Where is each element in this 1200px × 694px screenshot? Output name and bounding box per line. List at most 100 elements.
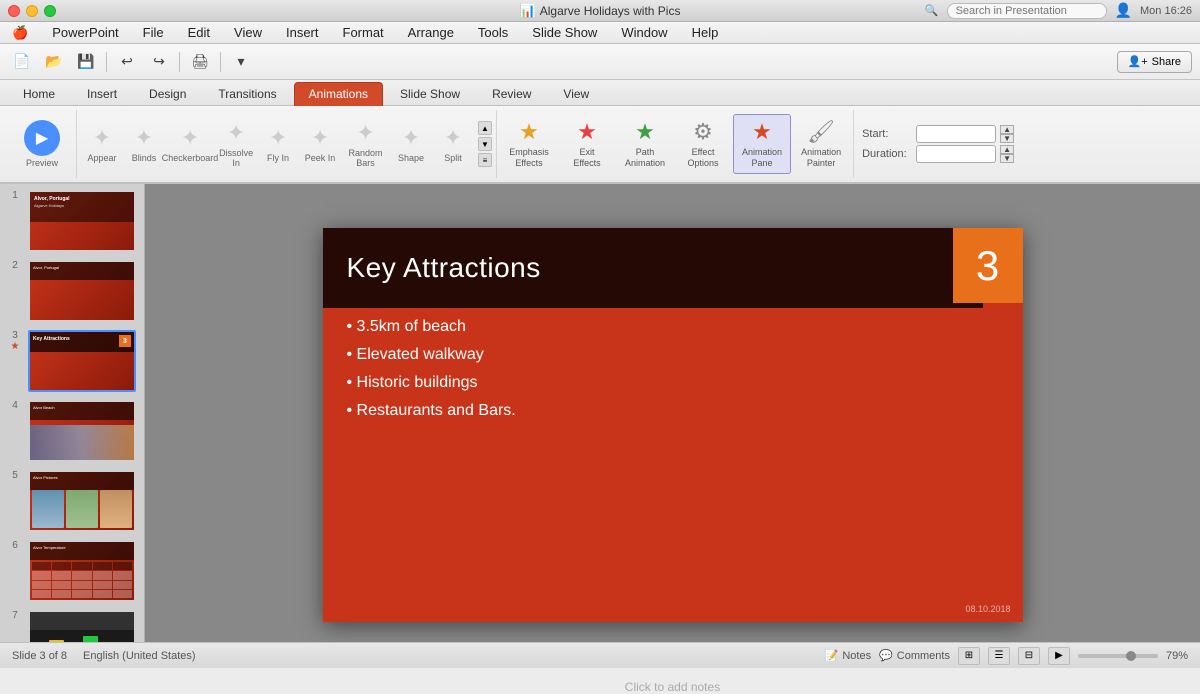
slide-2-thumbnail[interactable]: Alvor, Portugal (28, 260, 136, 322)
slide-6-text: Alvor Temperature (33, 545, 66, 550)
new-button[interactable]: 📄 (8, 49, 36, 75)
duration-input[interactable] (916, 145, 996, 163)
start-step-down[interactable]: ▼ (1000, 134, 1014, 143)
anim-split[interactable]: ✦ Split (432, 123, 474, 165)
view-normal[interactable]: ⊞ (958, 647, 980, 665)
tab-insert[interactable]: Insert (72, 82, 132, 106)
menu-file[interactable]: File (139, 23, 168, 42)
tab-design[interactable]: Design (134, 82, 201, 106)
slide-main-title: Key Attractions (347, 252, 541, 284)
slide-3-thumbnail[interactable]: Key Attractions 3 (28, 330, 136, 392)
comments-button[interactable]: 💬 Comments (879, 649, 950, 662)
slide-item-2[interactable]: 2 Alvor, Portugal (4, 258, 140, 324)
path-animation-button[interactable]: ★ PathAnimation (617, 115, 673, 173)
tab-home[interactable]: Home (8, 82, 70, 106)
slide-6-thumbnail[interactable]: Alvor Temperature (28, 540, 136, 602)
anim-shape[interactable]: ✦ Shape (390, 123, 432, 165)
apple-menu[interactable]: 🍎 (8, 23, 32, 43)
slide-item-3[interactable]: 3 ★ Key Attractions 3 (4, 328, 140, 394)
save-button[interactable]: 💾 (72, 49, 100, 75)
menu-format[interactable]: Format (339, 23, 388, 42)
slide-item-1[interactable]: 1 Alvor, Portugal Algarve Holidays (4, 188, 140, 254)
preview-play-icon: ▶ (24, 120, 60, 156)
share-icon: 👤+ (1128, 55, 1148, 68)
notes-button[interactable]: 📝 Notes (825, 649, 871, 662)
slide-4-thumbnail[interactable]: Alvor Beach (28, 400, 136, 462)
animation-painter-button[interactable]: 🖌 AnimationPainter (793, 115, 849, 173)
strip-scroll-more[interactable]: ≡ (478, 153, 492, 167)
slide-5-text: Alvor Pictures (33, 475, 58, 480)
slide-canvas[interactable]: Key Attractions 3 • 3.5km of beach • Ele… (323, 228, 1023, 622)
slide-4-img (30, 425, 134, 460)
tab-slideshow[interactable]: Slide Show (385, 82, 475, 106)
view-sorter[interactable]: ⊟ (1018, 647, 1040, 665)
anim-blinds[interactable]: ✦ Blinds (123, 123, 165, 165)
exit-effects-button[interactable]: ★ ExitEffects (559, 115, 615, 173)
anim-flyin[interactable]: ✦ Fly In (257, 123, 299, 165)
more-button[interactable]: ▾ (227, 49, 255, 75)
tc-8 (72, 571, 91, 579)
effect-options-button[interactable]: ⚙ EffectOptions (675, 115, 731, 173)
search-input[interactable] (947, 3, 1107, 19)
minimize-button[interactable] (26, 5, 38, 17)
slide-item-6[interactable]: 6 Alvor Temperature (4, 538, 140, 604)
menu-edit[interactable]: Edit (184, 23, 214, 42)
undo-button[interactable]: ↩ (113, 49, 141, 75)
slide-item-5[interactable]: 5 Alvor Pictures (4, 468, 140, 534)
duration-step-down[interactable]: ▼ (1000, 154, 1014, 163)
main-area: 1 Alvor, Portugal Algarve Holidays 2 Alv… (0, 184, 1200, 666)
view-presenter[interactable]: ▶ (1048, 647, 1070, 665)
anim-dissolve[interactable]: ✦ Dissolve In (215, 118, 257, 170)
start-input[interactable] (916, 125, 996, 143)
slide-6-num-area: 6 (6, 540, 24, 551)
tab-view[interactable]: View (548, 82, 604, 106)
anim-randombars[interactable]: ✦ Random Bars (341, 118, 390, 170)
menu-window[interactable]: Window (617, 23, 671, 42)
open-button[interactable]: 📂 (40, 49, 68, 75)
anim-peekin[interactable]: ✦ Peek In (299, 123, 341, 165)
view-outline[interactable]: ☰ (988, 647, 1010, 665)
slide-1-thumbnail[interactable]: Alvor, Portugal Algarve Holidays (28, 190, 136, 252)
strip-scroll-down[interactable]: ▼ (478, 137, 492, 151)
language-info: English (United States) (83, 650, 196, 662)
anim-appear[interactable]: ✦ Appear (81, 123, 123, 165)
click-to-add-notes[interactable]: Click to add notes (625, 680, 720, 694)
peekin-label: Peek In (305, 153, 336, 163)
maximize-button[interactable] (44, 5, 56, 17)
randombars-icon: ✦ (356, 120, 374, 146)
tab-review[interactable]: Review (477, 82, 546, 106)
duration-step-up[interactable]: ▲ (1000, 145, 1014, 154)
tc-18 (72, 590, 91, 598)
slide-item-4[interactable]: 4 Alvor Beach (4, 398, 140, 464)
redo-button[interactable]: ↪ (145, 49, 173, 75)
menu-insert[interactable]: Insert (282, 23, 323, 42)
menu-arrange[interactable]: Arrange (404, 23, 458, 42)
strip-scroll-up[interactable]: ▲ (478, 121, 492, 135)
path-label: PathAnimation (625, 147, 665, 169)
close-button[interactable] (8, 5, 20, 17)
slide-5-thumbnail[interactable]: Alvor Pictures (28, 470, 136, 532)
tab-transitions[interactable]: Transitions (203, 82, 291, 106)
animation-pane-button[interactable]: ★ AnimationPane (733, 114, 791, 174)
zoom-handle[interactable] (1126, 651, 1136, 661)
emphasis-effects-button[interactable]: ★ EmphasisEffects (501, 115, 557, 173)
menu-slideshow[interactable]: Slide Show (528, 23, 601, 42)
tab-animations[interactable]: Animations (294, 82, 383, 106)
print-button[interactable]: 🖨 (186, 49, 214, 75)
menu-help[interactable]: Help (688, 23, 723, 42)
menu-view[interactable]: View (230, 23, 266, 42)
share-button[interactable]: 👤+ Home Share (1117, 51, 1192, 73)
start-step-up[interactable]: ▲ (1000, 125, 1014, 134)
zoom-slider[interactable] (1078, 654, 1158, 658)
slide-3-num-area: 3 ★ (6, 330, 24, 352)
anim-checkerboard[interactable]: ✦ Checkerboard (165, 123, 215, 165)
tc-3 (72, 562, 91, 570)
menu-powerpoint[interactable]: PowerPoint (48, 23, 122, 42)
slide-3-badge: 3 (119, 335, 131, 347)
slide-4-num-area: 4 (6, 400, 24, 411)
slide-3-inner: Key Attractions 3 (30, 332, 134, 390)
menu-tools[interactable]: Tools (474, 23, 512, 42)
toolbar: 📄 📂 💾 ↩ ↪ 🖨 ▾ 👤+ Home Share (0, 44, 1200, 80)
preview-button[interactable]: ▶ Preview (16, 116, 68, 172)
slide-5-num-area: 5 (6, 470, 24, 481)
